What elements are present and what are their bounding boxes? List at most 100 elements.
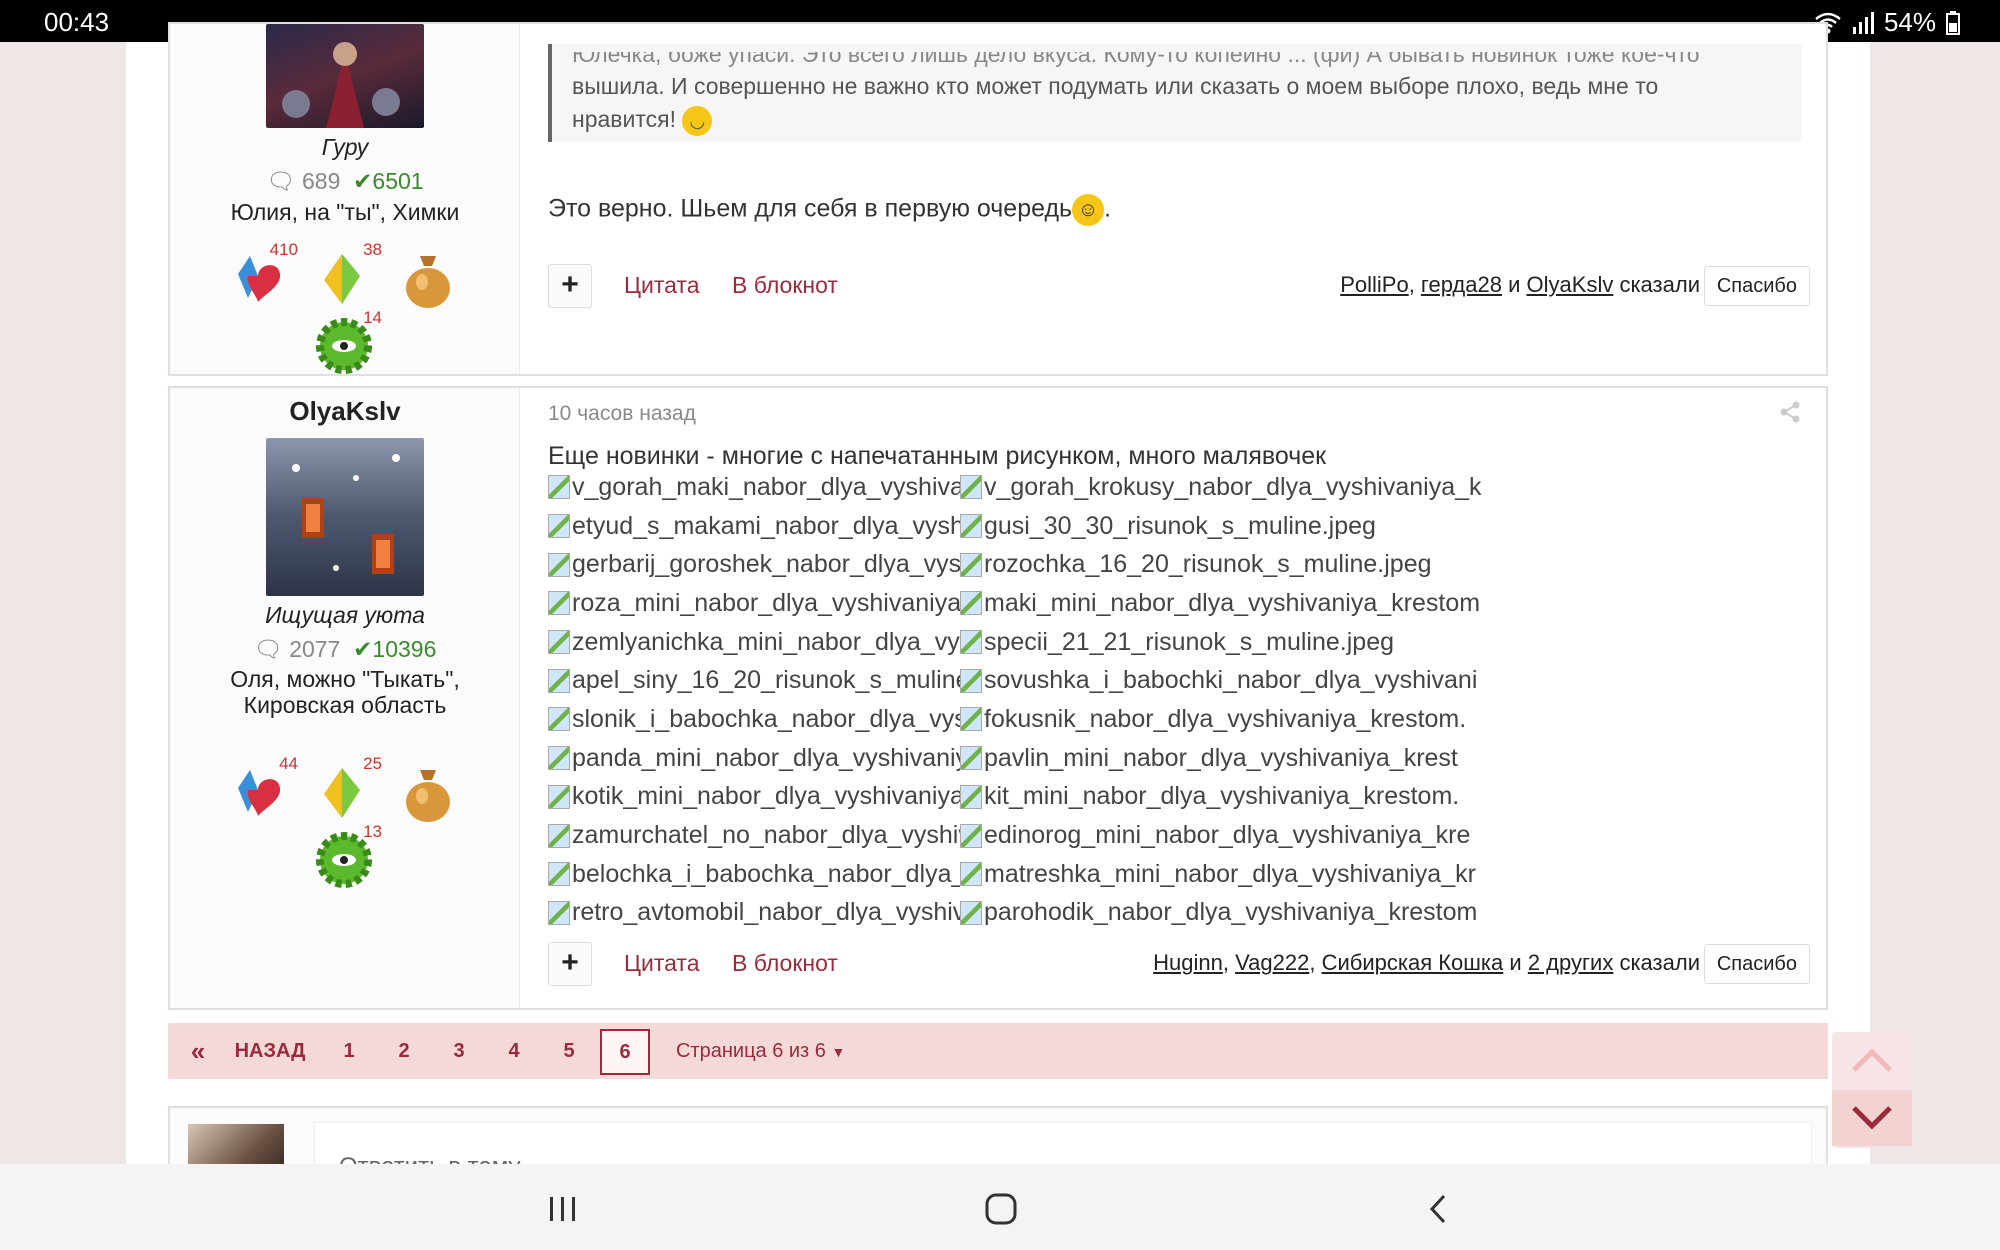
broken-image[interactable]: gerbarij_goroshek_nabor_dlya_vyshivaniya [548,550,960,579]
broken-image[interactable]: rozochka_16_20_risunok_s_muline.jpeg [960,550,1432,579]
thanks-user[interactable]: герда28 [1421,272,1502,297]
award-count: 44 [279,754,298,773]
award-heart[interactable]: 44 [228,754,298,824]
image-row: panda_mini_nabor_dlya_vyshivaniya_kresto… [548,739,1798,778]
broken-image[interactable]: kit_mini_nabor_dlya_vyshivaniya_krestom. [960,782,1459,811]
award-gear[interactable]: 13 [312,822,382,892]
page-link[interactable]: 3 [436,1031,482,1071]
broken-image[interactable]: matreshka_mini_nabor_dlya_vyshivaniya_kr [960,860,1476,889]
broken-image[interactable]: panda_mini_nabor_dlya_vyshivaniya_kresto [548,744,960,773]
broken-image-icon [548,591,570,616]
award-count: 13 [363,822,382,841]
broken-image[interactable]: fokusnik_nabor_dlya_vyshivaniya_krestom. [960,705,1466,734]
first-page-icon[interactable]: « [178,1031,218,1071]
broken-image-icon [548,630,570,655]
image-row: slonik_i_babochka_nabor_dlya_vyshivaniya… [548,700,1798,739]
broken-image[interactable]: v_gorah_maki_nabor_dlya_vyshivaniya_kres [548,473,960,502]
award-gear[interactable]: 14 [312,308,382,378]
thanks-button[interactable]: Спасибо [1703,266,1810,306]
broken-image[interactable]: gusi_30_30_risunok_s_muline.jpeg [960,512,1376,541]
back-button[interactable]: НАЗАД [228,1031,312,1071]
post-timestamp[interactable]: 10 часов назад [548,402,696,426]
broken-image[interactable]: pavlin_mini_nabor_dlya_vyshivaniya_krest [960,744,1458,773]
image-alt-text: v_gorah_maki_nabor_dlya_vyshivaniya_kres [572,472,960,501]
pagination: « НАЗАД 1 2 3 4 5 6 Страница 6 из 6 ▼ [168,1023,1828,1079]
thanks-user[interactable]: Huginn [1153,950,1223,975]
award-count: 14 [363,308,382,327]
quote-link[interactable]: Цитата [624,950,700,977]
broken-image[interactable]: apel_siny_16_20_risunok_s_muline.jpeg [548,666,960,695]
thanks-others-link[interactable]: 2 других [1528,950,1614,975]
broken-image[interactable]: retro_avtomobil_nabor_dlya_vyshivaniya_k [548,898,960,927]
award-diamond[interactable]: 38 [312,240,382,310]
award-bag[interactable] [396,760,460,824]
broken-image-icon [548,862,570,887]
broken-image[interactable]: maki_mini_nabor_dlya_vyshivaniya_krestom [960,589,1480,618]
avatar[interactable] [266,24,424,128]
scroll-up-icon[interactable] [1832,1032,1912,1088]
broken-image[interactable]: edinorog_mini_nabor_dlya_vyshivaniya_kre [960,821,1470,850]
thanks-user[interactable]: Vag222 [1235,950,1309,975]
thanks-button[interactable]: Спасибо [1703,944,1810,984]
broken-image[interactable]: v_gorah_krokusy_nabor_dlya_vyshivaniya_k [960,473,1482,502]
page-link[interactable]: 2 [381,1031,427,1071]
home-icon[interactable] [976,1184,1026,1234]
broken-image-icon [548,746,570,771]
quote-link[interactable]: Цитата [624,272,700,299]
post-actions: + Цитата В блокнот PolliPo, герда28 и Ol… [548,264,1810,308]
page-link[interactable]: 1 [326,1031,372,1071]
page-selector[interactable]: Страница 6 из 6 ▼ [676,1031,845,1071]
post-olyakslv: OlyaKslv Ищущая уюта 🗨︎ 2077 ✔10396 Оля,… [168,386,1828,1010]
image-row: retro_avtomobil_nabor_dlya_vyshivaniya_k… [548,894,1798,933]
thanks-user[interactable]: Сибирская Кошка [1322,950,1504,975]
scroll-down-icon[interactable] [1832,1090,1912,1146]
broken-image[interactable]: sovushka_i_babochki_nabor_dlya_vyshivani [960,666,1477,695]
award-bag[interactable] [396,246,460,310]
smile-emoji-icon: ☺ [1072,194,1105,226]
broken-image[interactable]: zemlyanichka_mini_nabor_dlya_vyshivaniya [548,628,960,657]
image-alt-text: panda_mini_nabor_dlya_vyshivaniya_kresto [572,743,960,772]
battery-percent: 54% [1883,7,1936,37]
image-row: etyud_s_makami_nabor_dlya_vyshivaniya_kr… [548,507,1798,546]
broken-image[interactable]: slonik_i_babochka_nabor_dlya_vyshivaniya [548,705,960,734]
image-alt-text: specii_21_21_risunok_s_muline.jpeg [984,627,1394,656]
broken-image-icon [960,862,982,887]
chevron-down-icon: ▼ [831,1044,846,1060]
award-diamond[interactable]: 25 [312,754,382,824]
broken-image[interactable]: zamurchatel_no_nabor_dlya_vyshivaniya_kr [548,821,960,850]
quote-line: нравится! ◡ [572,103,1782,136]
broken-image[interactable]: belochka_i_babochka_nabor_dlya_vyshivani [548,860,960,889]
broken-image[interactable]: roza_mini_nabor_dlya_vyshivaniya_krestom [548,589,960,618]
broken-image[interactable]: specii_21_21_risunok_s_muline.jpeg [960,628,1394,657]
recent-apps-icon[interactable] [538,1184,588,1234]
message-count: 2077 [289,636,341,662]
broken-image-icon [960,630,982,655]
user-location: Юлия, на "ты", Химки [230,199,460,225]
add-button[interactable]: + [548,264,592,308]
broken-image-icon [960,707,982,732]
image-alt-text: roza_mini_nabor_dlya_vyshivaniya_krestom [572,588,960,617]
add-button[interactable]: + [548,942,592,986]
broken-image[interactable]: etyud_s_makami_nabor_dlya_vyshivaniya_kr [548,512,960,541]
status-icons: 54% [1814,7,1960,38]
back-icon[interactable] [1414,1184,1464,1234]
username[interactable]: OlyaKslv [170,396,520,427]
page-link[interactable]: 4 [491,1031,537,1071]
broken-image-icon [548,823,570,848]
broken-image-icon [960,475,982,500]
image-alt-text: belochka_i_babochka_nabor_dlya_vyshivani [572,859,960,888]
page-link-current[interactable]: 6 [600,1029,650,1075]
page-link[interactable]: 5 [546,1031,592,1071]
check-icon: ✔ [353,636,373,662]
broken-image[interactable]: parohodik_nabor_dlya_vyshivaniya_krestom [960,898,1477,927]
notepad-link[interactable]: В блокнот [732,272,838,299]
image-alt-text: parohodik_nabor_dlya_vyshivaniya_krestom [984,898,1478,927]
award-heart[interactable]: 410 [228,240,298,310]
avatar[interactable] [266,438,424,596]
share-icon[interactable] [1778,400,1802,424]
thanks-user[interactable]: OlyaKslv [1527,272,1614,297]
thanks-user[interactable]: PolliPo [1340,272,1408,297]
notepad-link[interactable]: В блокнот [732,950,838,977]
image-list: v_gorah_maki_nabor_dlya_vyshivaniya_kres… [548,468,1798,932]
broken-image[interactable]: kotik_mini_nabor_dlya_vyshivaniya_kresto [548,782,960,811]
